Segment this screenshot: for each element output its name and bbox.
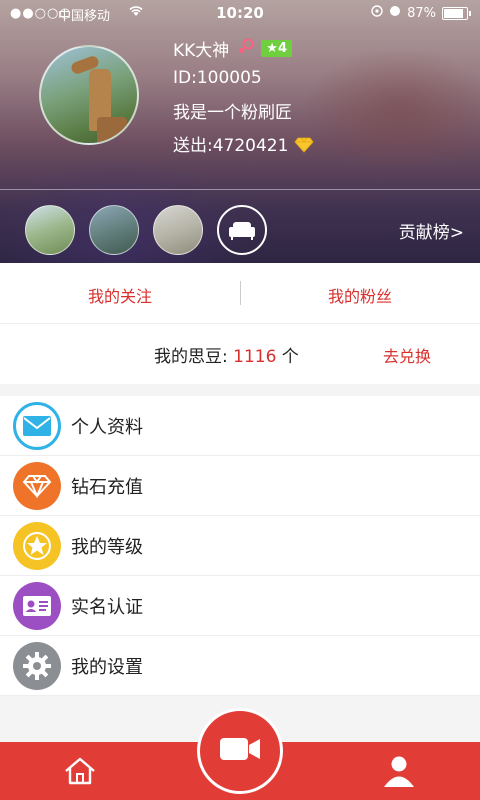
status-right: 87%: [371, 5, 471, 21]
profile-sent: 送出:4720421: [173, 136, 289, 156]
fan-avatar[interactable]: [153, 205, 203, 255]
menu-item-level[interactable]: 我的等级: [0, 516, 480, 576]
mail-icon: [13, 401, 61, 450]
my-following-button[interactable]: 我的关注: [0, 283, 240, 307]
status-bar: ●●○○○ 中国移动 10:20 87%: [0, 0, 480, 26]
menu-item-recharge[interactable]: 钻石充值: [0, 456, 480, 516]
menu-item-profile[interactable]: 个人资料: [0, 396, 480, 456]
profile-id: ID:100005: [173, 68, 262, 88]
profile-name-row: KK大神 ★4: [173, 36, 292, 61]
menu-item-settings[interactable]: 我的设置: [0, 636, 480, 696]
location-icon: [371, 5, 383, 21]
level-badge: ★4: [261, 40, 292, 57]
menu-label: 个人资料: [71, 416, 143, 438]
profile-header: ●●○○○ 中国移动 10:20 87% KK大神 ★4 ID:100005 我…: [0, 0, 480, 263]
profile-name: KK大神: [173, 41, 230, 61]
contribution-ranking-link[interactable]: 贡献榜>: [399, 218, 464, 243]
diamond-icon: [13, 461, 61, 510]
beans-count: 1116: [233, 347, 277, 367]
my-fans-button[interactable]: 我的粉丝: [240, 283, 480, 307]
menu-item-verification[interactable]: 实名认证: [0, 576, 480, 636]
menu-label: 我的等级: [71, 536, 143, 558]
menu-label: 钻石充值: [71, 476, 143, 498]
header-divider: [0, 189, 480, 190]
female-symbol-icon: [237, 37, 255, 60]
user-avatar[interactable]: [39, 45, 139, 145]
star-icon: [13, 521, 61, 570]
follow-bar: 我的关注 我的粉丝: [0, 263, 480, 324]
sofa-icon[interactable]: [217, 205, 267, 255]
fan-avatar[interactable]: [25, 205, 75, 255]
fan-avatar[interactable]: [89, 205, 139, 255]
beans-balance: 我的思豆: 1116 个: [154, 347, 299, 367]
home-icon[interactable]: [58, 756, 102, 786]
video-camera-icon: [218, 734, 262, 768]
menu-label: 实名认证: [71, 596, 143, 618]
profile-signature: 我是一个粉刷匠: [173, 103, 292, 123]
start-live-button[interactable]: [197, 708, 283, 794]
battery-icon: [442, 6, 471, 20]
profile-sent-row: 送出:4720421: [173, 131, 314, 156]
exchange-button[interactable]: 去兑换: [383, 343, 431, 367]
top-fans-row: [25, 205, 267, 255]
id-card-icon: [13, 581, 61, 630]
gear-icon: [13, 641, 61, 690]
user-icon[interactable]: [381, 754, 417, 788]
menu-list: 个人资料 钻石充值 我的等级 实名认证 我的设置: [0, 396, 480, 696]
alarm-icon: [389, 5, 401, 21]
diamond-icon: [294, 137, 314, 153]
menu-label: 我的设置: [71, 656, 143, 678]
battery-percent: 87%: [407, 5, 436, 21]
beans-bar: 我的思豆: 1116 个 去兑换: [0, 324, 480, 384]
